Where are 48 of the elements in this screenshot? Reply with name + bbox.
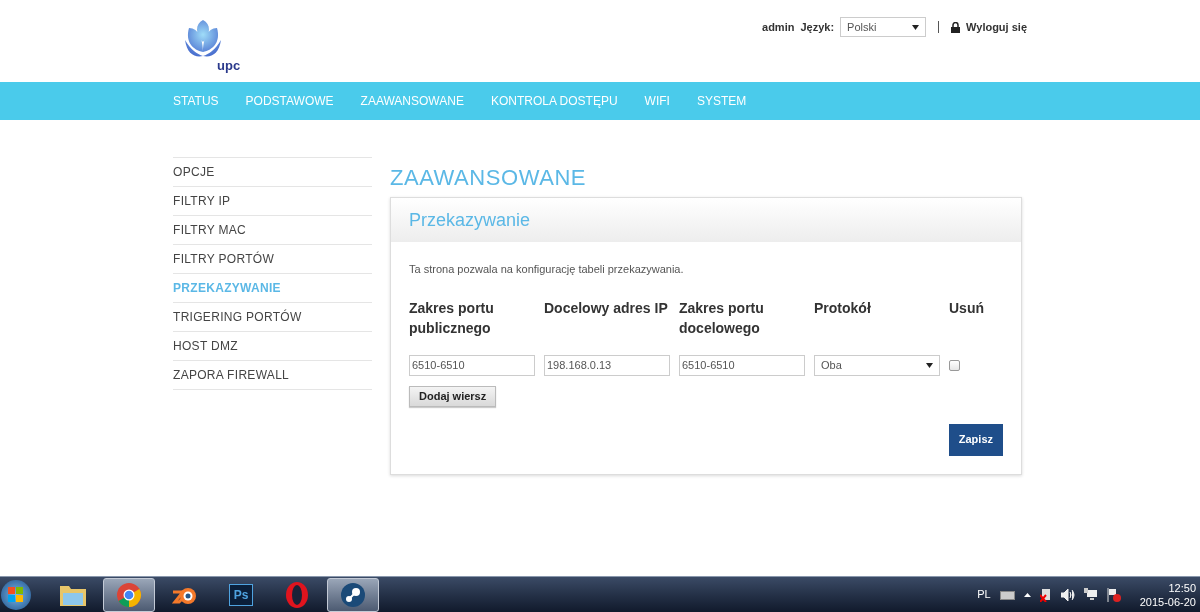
column-header: Usuń xyxy=(949,298,985,318)
input-field[interactable]: 198.168.0.13 xyxy=(544,354,670,376)
chrome-icon xyxy=(116,581,142,608)
windows-logo-icon xyxy=(8,586,24,603)
keyboard-icon[interactable] xyxy=(999,589,1015,600)
add-row-button[interactable]: Dodaj wiersz xyxy=(409,385,497,407)
language-select[interactable]: Polski xyxy=(840,17,927,37)
taskbar-button[interactable] xyxy=(327,577,379,612)
steam-icon xyxy=(340,581,366,608)
column-header: Zakres portu docelowego xyxy=(679,298,765,338)
protocol-select[interactable]: Oba xyxy=(814,354,940,376)
sidebar-item[interactable]: OPCJE xyxy=(173,158,372,187)
sidebar-item[interactable]: HOST DMZ xyxy=(173,332,372,361)
lock-icon xyxy=(951,21,961,33)
sidebar-item[interactable]: TRIGERING PORTÓW xyxy=(173,303,372,332)
input-field[interactable]: 6510-6510 xyxy=(409,354,535,376)
opera-icon xyxy=(285,580,309,609)
column-header: Protokół xyxy=(814,298,872,318)
photoshop-icon: Ps xyxy=(229,583,253,606)
sidebar-item[interactable]: FILTRY PORTÓW xyxy=(173,245,372,274)
input-field[interactable]: 6510-6510 xyxy=(679,354,805,376)
card-title: Przekazywanie xyxy=(409,208,531,232)
language-indicator[interactable]: PL xyxy=(977,586,991,603)
speaker-icon[interactable] xyxy=(1060,588,1075,601)
column-header: Zakres portu publicznego xyxy=(409,298,495,338)
flag-icon[interactable] xyxy=(1106,587,1121,602)
description-text: Ta strona pozwala na konfigurację tabeli przekazywania. xyxy=(409,262,685,277)
sidebar-item[interactable]: FILTRY MAC xyxy=(173,216,372,245)
clock-date[interactable]: 2015-06-20 xyxy=(1139,594,1196,609)
page-title: ZAAWANSOWANE xyxy=(390,163,588,192)
clock-time[interactable]: 12:50 xyxy=(1168,580,1196,595)
network-icon[interactable] xyxy=(1083,588,1098,601)
taskbar-button[interactable]: Ps xyxy=(215,577,267,612)
sidebar-item[interactable]: FILTRY IP xyxy=(173,187,372,216)
sidebar-item[interactable]: ZAPORA FIREWALL xyxy=(173,361,372,390)
tray-arrow-icon[interactable] xyxy=(1023,592,1031,597)
logo-text: upc xyxy=(217,57,241,75)
username: admin xyxy=(762,19,795,35)
language-label: Język: xyxy=(800,19,835,35)
caret-icon xyxy=(926,362,933,368)
power-plug-icon[interactable] xyxy=(1039,587,1052,602)
taskbar-button[interactable] xyxy=(103,577,155,612)
column-header: Docelowy adres IP xyxy=(544,298,669,318)
logout-link[interactable]: Wyloguj się xyxy=(966,18,1027,36)
save-button[interactable]: Zapisz xyxy=(948,423,1003,456)
delete-checkbox[interactable] xyxy=(949,359,960,371)
caret-icon xyxy=(912,24,920,30)
start-button[interactable] xyxy=(1,579,31,610)
